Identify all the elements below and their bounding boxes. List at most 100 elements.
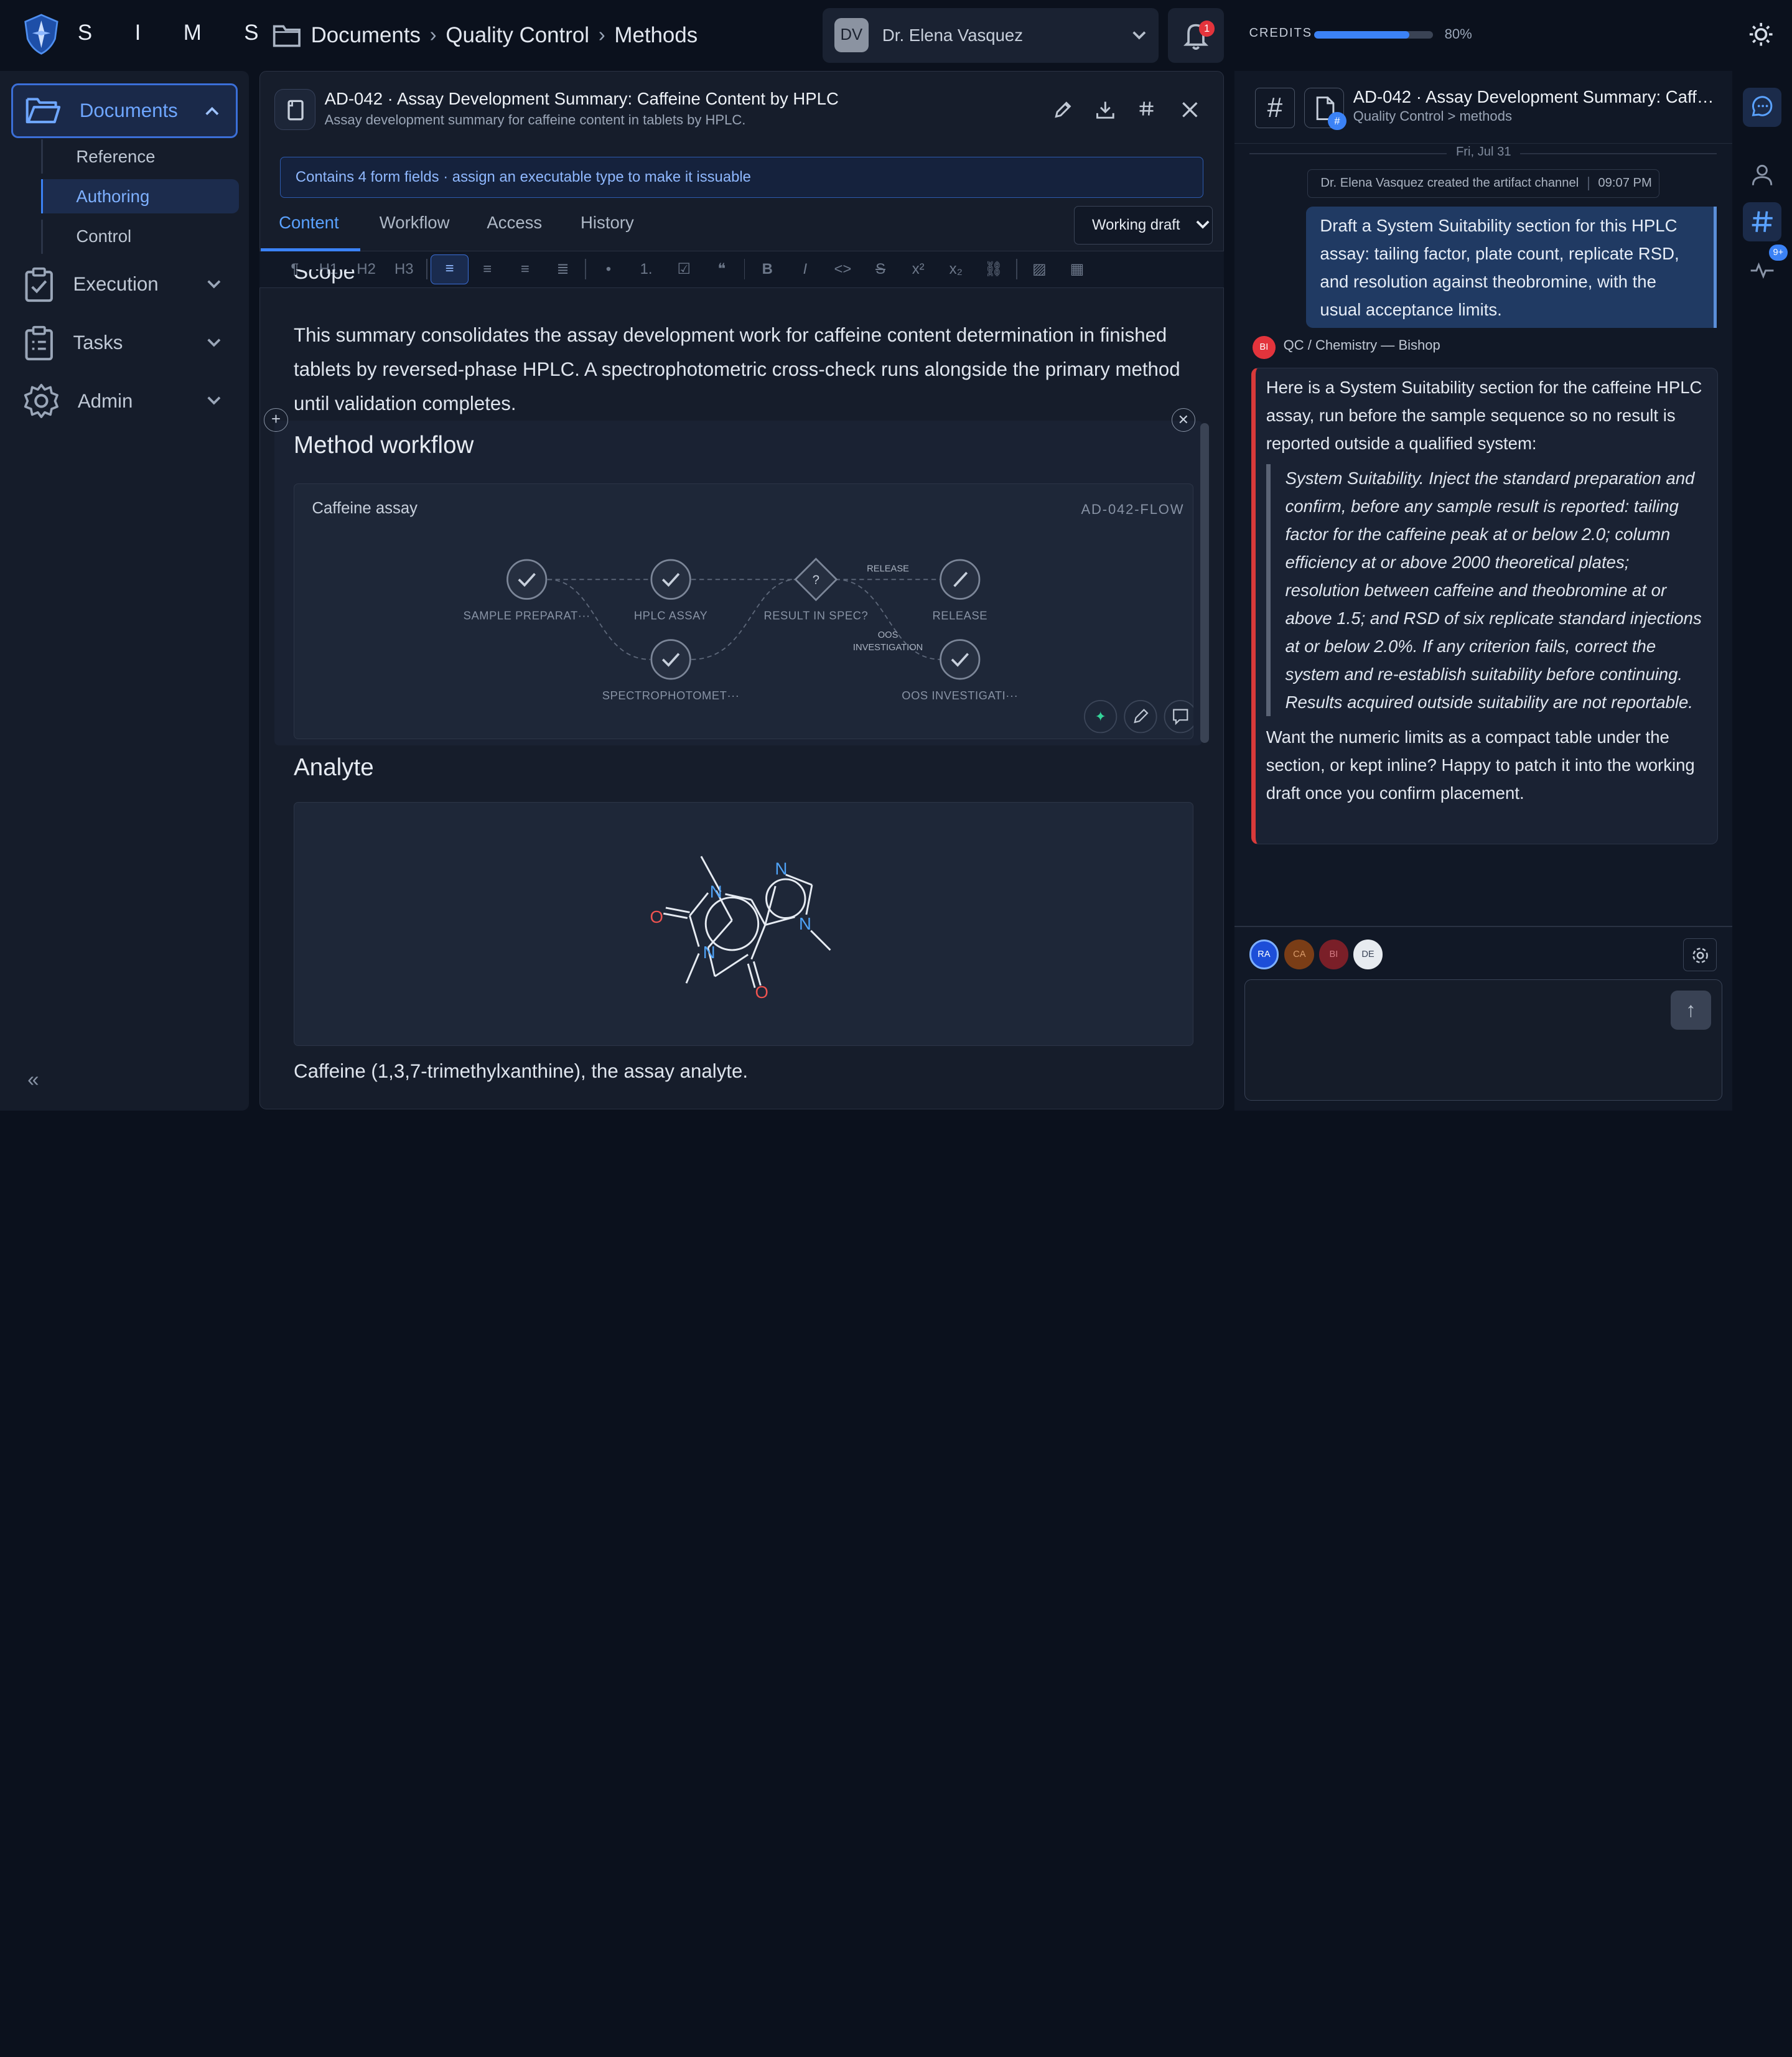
- sidebar-item-tasks[interactable]: Tasks: [11, 315, 238, 370]
- comment-diagram-button[interactable]: [1164, 699, 1193, 734]
- add-block-button[interactable]: +: [264, 408, 288, 432]
- ordered-list-button[interactable]: 1.: [627, 261, 665, 278]
- sims-logo-icon: [24, 14, 58, 55]
- bond: [765, 916, 831, 951]
- channels-rail-button[interactable]: [1742, 202, 1782, 241]
- align-right-icon[interactable]: ≡: [506, 261, 544, 278]
- italic-button[interactable]: I: [786, 261, 824, 278]
- strikethrough-button[interactable]: S: [862, 261, 900, 278]
- download-icon[interactable]: [1094, 98, 1117, 121]
- chat-bubble-icon: [1752, 96, 1773, 117]
- divider: [1587, 176, 1589, 190]
- checklist-button[interactable]: ☑: [665, 260, 703, 278]
- close-icon[interactable]: [1178, 98, 1202, 121]
- flow-node-release[interactable]: [940, 559, 981, 600]
- sidebar-subitem-reference[interactable]: Reference: [41, 139, 239, 174]
- section-scrollbar[interactable]: [1200, 422, 1210, 743]
- user-name: Dr. Elena Vasquez: [882, 25, 1024, 45]
- subscript-button[interactable]: x₂: [937, 261, 975, 278]
- edit-diagram-button[interactable]: [1124, 699, 1157, 734]
- send-arrow-icon[interactable]: ↑: [1671, 991, 1711, 1030]
- align-center-icon[interactable]: ≡: [469, 261, 506, 278]
- heading3-button[interactable]: H3: [385, 261, 423, 278]
- sidebar-subitem-authoring[interactable]: Authoring: [41, 179, 239, 214]
- participant-avatar[interactable]: DE: [1353, 939, 1383, 969]
- chevron-right-icon: ›: [598, 23, 605, 47]
- flow-edge-label: INVESTIGATION: [853, 643, 923, 653]
- sidebar-item-documents[interactable]: Documents: [11, 83, 238, 139]
- flow-node-spectrophotometry[interactable]: [650, 639, 691, 680]
- document-status-select[interactable]: Working draft: [1074, 205, 1213, 245]
- flow-node-label: HPLC ASSAY: [634, 609, 707, 622]
- table-icon[interactable]: ▦: [1058, 260, 1096, 278]
- flow-node-hplc-assay[interactable]: [650, 559, 691, 600]
- toolbar-divider: [585, 259, 587, 280]
- edit-pencil-icon[interactable]: [1052, 98, 1075, 121]
- atom-label: N: [703, 943, 716, 962]
- breadcrumb-item[interactable]: Methods: [614, 23, 698, 48]
- credits-percent: 80%: [1444, 26, 1472, 42]
- tab-workflow[interactable]: Workflow: [380, 213, 450, 233]
- form-fields-banner: Contains 4 form fields · assign an execu…: [279, 156, 1204, 198]
- molecule-card[interactable]: N N N N O O: [294, 802, 1193, 1046]
- superscript-button[interactable]: x²: [899, 261, 937, 278]
- tab-content[interactable]: Content: [279, 213, 338, 233]
- collapse-sidebar-button[interactable]: «: [27, 1068, 39, 1092]
- align-left-icon[interactable]: ≡: [431, 254, 469, 284]
- theme-toggle-sun-icon[interactable]: [1748, 22, 1773, 47]
- bot-message-outro: Want the numeric limits as a compact tab…: [1266, 727, 1695, 803]
- user-menu[interactable]: DV Dr. Elena Vasquez: [823, 7, 1159, 63]
- flow-node-label: SAMPLE PREPARAT···: [464, 609, 590, 622]
- breadcrumb-item[interactable]: Quality Control: [446, 23, 589, 48]
- hash-icon: [1752, 211, 1773, 233]
- folder-icon: [273, 25, 301, 47]
- system-note-time: 09:07 PM: [1598, 176, 1652, 190]
- tab-history[interactable]: History: [581, 213, 634, 233]
- scope-heading: Scope: [294, 269, 355, 292]
- flow-node-oos[interactable]: [940, 639, 981, 680]
- bot-name: QC / Chemistry — Bishop: [1283, 337, 1440, 353]
- message-input[interactable]: [1244, 979, 1722, 1101]
- link-icon[interactable]: ⛓: [975, 260, 1013, 278]
- code-button[interactable]: <>: [824, 261, 862, 278]
- notifications-button[interactable]: [1168, 7, 1225, 63]
- atom-label: N: [710, 882, 722, 902]
- bond: [663, 907, 690, 920]
- channel-hash-button[interactable]: #: [1254, 88, 1295, 128]
- status-select-value: Working draft: [1092, 216, 1180, 233]
- flow-node-sample-prep[interactable]: [506, 559, 548, 600]
- tab-access[interactable]: Access: [487, 213, 542, 233]
- flow-node-label: RELEASE: [933, 609, 988, 622]
- scope-paragraph[interactable]: This summary consolidates the assay deve…: [294, 318, 1197, 421]
- align-justify-icon[interactable]: ≣: [544, 260, 582, 278]
- flow-node-label: OOS INVESTIGATI···: [902, 689, 1018, 702]
- participant-avatar[interactable]: BI: [1318, 939, 1349, 969]
- sidebar-subitem-control[interactable]: Control: [41, 219, 239, 254]
- hatch-block-icon[interactable]: ▨: [1020, 260, 1058, 278]
- participant-avatar[interactable]: RA: [1249, 939, 1279, 969]
- decision-mark: ?: [813, 574, 819, 587]
- activity-pulse-icon[interactable]: [1748, 256, 1776, 283]
- gear-icon: [24, 384, 58, 419]
- breadcrumb-item[interactable]: Documents: [311, 23, 421, 48]
- chevron-down-icon: [207, 338, 220, 347]
- document-subtitle: Assay development summary for caffeine c…: [324, 111, 746, 128]
- sidebar-item-execution[interactable]: Execution: [11, 257, 238, 312]
- remove-block-button[interactable]: ✕: [1171, 408, 1196, 432]
- flow-node-decision[interactable]: ?: [794, 557, 838, 602]
- person-icon[interactable]: [1748, 161, 1776, 189]
- chevron-down-icon: [207, 396, 220, 405]
- participant-avatar[interactable]: CA: [1284, 939, 1315, 969]
- breadcrumb: Documents › Quality Control › Methods: [272, 18, 698, 52]
- bell-icon: [1183, 24, 1209, 50]
- channel-hash-icon[interactable]: [1136, 98, 1159, 121]
- analyte-caption[interactable]: Caffeine (1,3,7-trimethylxanthine), the …: [294, 1060, 748, 1083]
- chat-rail-button[interactable]: [1742, 88, 1782, 127]
- bold-button[interactable]: B: [749, 261, 786, 278]
- credits-progress-bar: [1314, 30, 1434, 39]
- sidebar-item-admin[interactable]: Admin: [11, 374, 238, 429]
- bullet-list-button[interactable]: •: [590, 261, 628, 278]
- quote-button[interactable]: ❝: [702, 260, 740, 278]
- chat-settings-button[interactable]: [1683, 938, 1717, 972]
- ai-assist-button[interactable]: ✦: [1084, 699, 1118, 734]
